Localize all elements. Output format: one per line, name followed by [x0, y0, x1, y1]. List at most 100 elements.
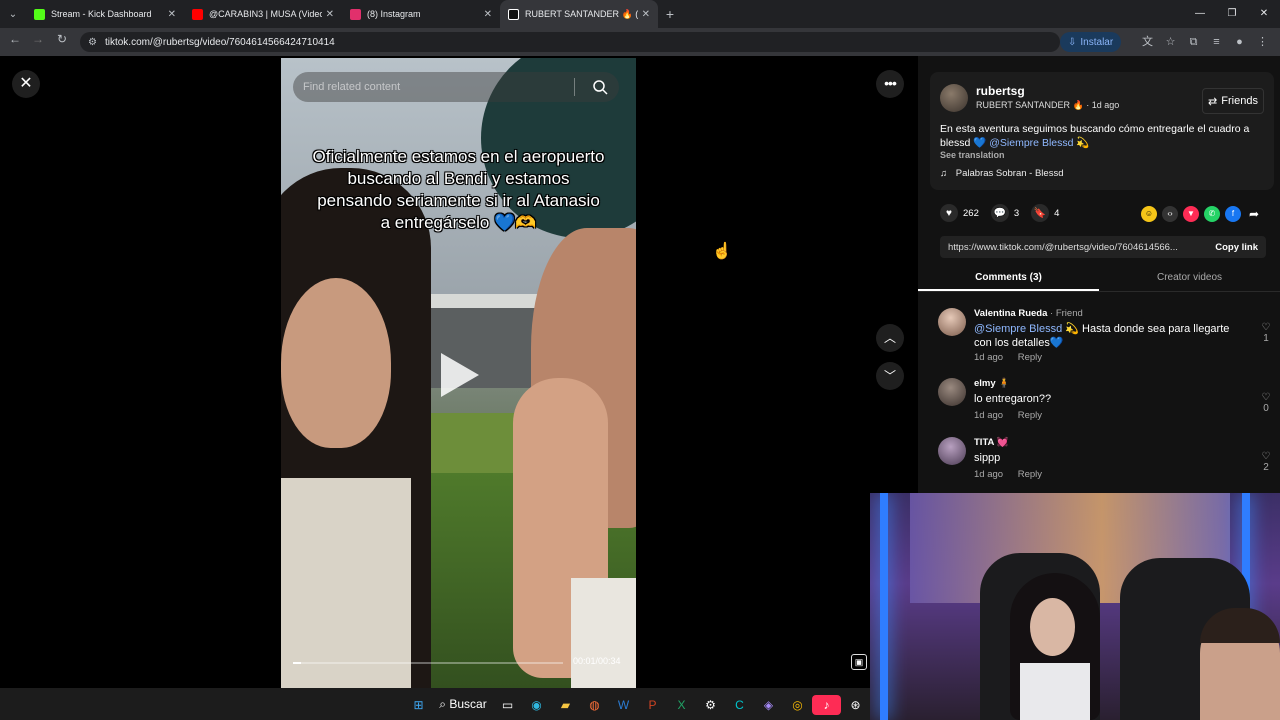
avatar[interactable]: [938, 437, 966, 465]
floating-player-icon[interactable]: ▣: [851, 654, 867, 670]
profile-avatar-icon[interactable]: ●: [1228, 32, 1251, 52]
canva-icon[interactable]: C: [725, 695, 754, 715]
comment-author-name: Valentina Rueda: [974, 308, 1048, 319]
more-options-icon[interactable]: •••: [876, 70, 904, 98]
tab-instagram[interactable]: (8) Instagram ✕: [342, 0, 500, 28]
comment-text: sippp: [974, 451, 1244, 465]
tab-close-icon[interactable]: ✕: [168, 9, 176, 20]
minimize-icon[interactable]: —: [1184, 0, 1216, 28]
music-link[interactable]: ♫ Palabras Sobran - Blessd: [940, 168, 1064, 179]
settings-icon[interactable]: ⚙: [696, 695, 725, 715]
tab-comments[interactable]: Comments (3): [918, 266, 1099, 291]
windows-start-icon[interactable]: ⊞: [404, 695, 433, 715]
comment-like[interactable]: ♡ 0: [1258, 392, 1274, 414]
task-view-icon[interactable]: ▭: [493, 695, 522, 715]
avatar[interactable]: [938, 308, 966, 336]
overflow-app-icon[interactable]: ⊛: [841, 695, 870, 715]
new-tab-button[interactable]: +: [658, 6, 682, 22]
address-bar[interactable]: ⚙ tiktok.com/@rubertsg/video/76046145664…: [80, 32, 1060, 52]
reload-icon[interactable]: ↻: [50, 32, 74, 46]
taskbar-search[interactable]: ⌕ Buscar: [433, 694, 493, 715]
avatar[interactable]: [938, 378, 966, 406]
back-icon[interactable]: ←: [3, 32, 27, 46]
tab-kick-dashboard[interactable]: Stream - Kick Dashboard ✕: [26, 0, 184, 28]
send-to-friends-icon[interactable]: ▼: [1183, 206, 1199, 222]
comment-like[interactable]: ♡ 2: [1258, 451, 1274, 473]
reply-button[interactable]: Reply: [1018, 410, 1042, 421]
related-search-input[interactable]: Find related content: [293, 72, 619, 102]
close-icon[interactable]: ✕: [12, 70, 40, 98]
url-text: tiktok.com/@rubertsg/video/7604614566424…: [104, 36, 335, 48]
tab-title: (8) Instagram: [367, 9, 421, 19]
comment-like[interactable]: ♡ 1: [1258, 322, 1274, 344]
friends-share-icon[interactable]: ☺: [1141, 206, 1157, 222]
comment-age: 1d ago: [974, 469, 1004, 480]
game-controller-icon[interactable]: ◈: [754, 695, 783, 715]
save-button[interactable]: 🔖 4: [1031, 204, 1059, 222]
video-player[interactable]: Find related content Oficialmente estamo…: [281, 58, 636, 688]
reply-button[interactable]: Reply: [1018, 469, 1042, 480]
word-icon[interactable]: W: [609, 695, 638, 715]
engagement-actions: ♥ 262 💬 3 🔖 4: [940, 204, 1071, 222]
see-translation-link[interactable]: See translation: [940, 150, 1005, 160]
window-close-icon[interactable]: ✕: [1248, 0, 1280, 28]
windows-taskbar: ⊞ ⌕ Buscar ▭ ◉ ▰ ◍ W P X ⚙ C ◈ ◎ ♪ ⊛: [0, 688, 870, 720]
video-progress-bar[interactable]: [293, 662, 563, 664]
embed-icon[interactable]: ‹›: [1162, 206, 1178, 222]
install-app-button[interactable]: ⇩ Instalar: [1060, 32, 1122, 52]
post-username[interactable]: rubertsg: [976, 84, 1025, 98]
bookmark-star-icon[interactable]: ☆: [1159, 32, 1182, 52]
translate-icon[interactable]: 文: [1136, 32, 1159, 52]
facebook-icon[interactable]: f: [1225, 206, 1241, 222]
tab-close-icon[interactable]: ✕: [326, 9, 334, 20]
comment-friend-tag: · Friend: [1047, 308, 1083, 319]
friends-label: Friends: [1221, 95, 1258, 107]
search-divider: [574, 78, 575, 96]
description-mention[interactable]: @Siempre Blessd 💫: [989, 137, 1089, 149]
search-icon[interactable]: [591, 78, 609, 96]
install-label: Instalar: [1080, 36, 1114, 48]
tiktok-app-icon[interactable]: ♪: [812, 694, 841, 715]
tab-close-icon[interactable]: ✕: [484, 9, 492, 20]
comment-author[interactable]: elmy 🧍: [974, 378, 1010, 389]
extensions-icon[interactable]: ⧉: [1182, 32, 1205, 52]
comment-meta: 1d ago Reply: [974, 469, 1054, 480]
forward-icon[interactable]: →: [26, 32, 50, 46]
site-info-icon[interactable]: ⚙: [88, 37, 97, 48]
share-arrow-icon[interactable]: ➦: [1246, 206, 1262, 222]
friends-button[interactable]: ⇄ Friends: [1202, 88, 1264, 114]
webcam-person-body: [1020, 663, 1090, 720]
tab-creator-videos[interactable]: Creator videos: [1099, 266, 1280, 291]
comment-mention[interactable]: @Siempre Blessd 💫: [974, 323, 1079, 335]
file-explorer-icon[interactable]: ▰: [551, 695, 580, 715]
previous-video-icon[interactable]: ︿: [876, 324, 904, 352]
hand-cursor-icon: ☝: [712, 243, 732, 260]
edge-icon[interactable]: ◉: [522, 695, 551, 715]
tab-tiktok[interactable]: RUBERT SANTANDER 🔥 (@rubertsg) ✕: [500, 0, 658, 28]
copy-link-button[interactable]: Copy link: [1207, 242, 1266, 253]
tab-groups-icon[interactable]: ≡: [1205, 32, 1228, 52]
comment-button[interactable]: 💬 3: [990, 204, 1019, 222]
like-button[interactable]: ♥ 262: [940, 204, 979, 222]
tab-close-icon[interactable]: ✕: [642, 9, 650, 20]
whatsapp-icon[interactable]: ✆: [1204, 206, 1220, 222]
firefox-icon[interactable]: ◍: [580, 695, 609, 715]
reply-button[interactable]: Reply: [1018, 352, 1042, 363]
excel-icon[interactable]: X: [667, 695, 696, 715]
comment-author[interactable]: TITA 💓: [974, 437, 1009, 448]
maximize-icon[interactable]: ❐: [1216, 0, 1248, 28]
comment-author[interactable]: Valentina Rueda · Friend: [974, 308, 1083, 319]
tab-search-menu-icon[interactable]: ⌄: [0, 0, 26, 28]
avatar[interactable]: [940, 84, 968, 112]
heart-outline-icon: ♡: [1261, 322, 1271, 333]
browser-menu-icon[interactable]: ⋮: [1251, 32, 1274, 52]
post-link[interactable]: https://www.tiktok.com/@rubertsg/video/7…: [940, 242, 1207, 253]
bookmark-icon: 🔖: [1031, 204, 1050, 222]
chrome-icon[interactable]: ◎: [783, 695, 812, 715]
next-video-icon[interactable]: ﹀: [876, 362, 904, 390]
video-time: 00:01/00:34: [573, 656, 621, 666]
play-icon[interactable]: [441, 353, 479, 397]
tab-youtube[interactable]: @CARABIN3 | MUSA (Video Oficial) ✕: [184, 0, 342, 28]
comment-text: @Siempre Blessd 💫 Hasta donde sea para l…: [974, 322, 1244, 350]
powerpoint-icon[interactable]: P: [638, 695, 667, 715]
